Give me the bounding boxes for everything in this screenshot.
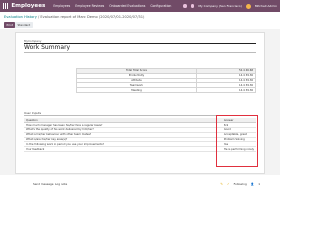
paperclip-icon[interactable]: ✎ — [220, 182, 223, 186]
activity-icon[interactable] — [190, 4, 195, 8]
star-icon[interactable]: ✓ — [227, 182, 230, 186]
summary-cell-value: 14.4 39.36 — [196, 87, 256, 93]
standard-button[interactable]: Standard — [15, 22, 33, 28]
user-menu[interactable]: Mitchell Admin — [255, 4, 277, 8]
menu-employee-reviews[interactable]: Employee Reviews — [75, 4, 104, 8]
top-navbar: Employees Employees Employee Reviews Onb… — [0, 0, 280, 12]
summary-table: Total Total Score 52.4 46.68 Productivit… — [76, 68, 256, 93]
navbar-right: My Company (San Francisco) Mitchell Admi… — [183, 0, 277, 12]
table-row: Meeting 14.4 39.36 — [76, 87, 256, 93]
log-note-button[interactable]: Log note — [55, 182, 67, 186]
menu-employees[interactable]: Employees — [53, 4, 70, 8]
followers-count[interactable]: 1 — [258, 182, 260, 186]
answer-highlight-box — [216, 115, 258, 167]
send-message-button[interactable]: Send message — [33, 182, 54, 186]
question-cell: Your feedback — [24, 146, 222, 153]
breadcrumb-current: Evaluation report of Marc Demo (2020/07/… — [40, 15, 145, 19]
print-button[interactable]: Print — [4, 22, 16, 28]
menu-onboarded-evaluations[interactable]: Onboarded Evaluations — [109, 4, 145, 8]
summary-cell-name: Meeting — [76, 87, 197, 93]
apps-menu-icon[interactable] — [3, 3, 9, 9]
menu-configuration[interactable]: Configuration — [150, 4, 171, 8]
chatter-bar: Send message Log note ✎ ✓ Following 👤 1 — [0, 177, 280, 191]
page-title: Work Summary — [24, 44, 71, 51]
breadcrumb: Evaluation History / Evaluation report o… — [4, 15, 144, 19]
following-button[interactable]: Following — [234, 182, 247, 186]
app-brand[interactable]: Employees — [11, 3, 45, 9]
chatter-right: ✎ ✓ Following 👤 1 — [220, 182, 260, 186]
avatar[interactable] — [245, 3, 251, 9]
company-switcher[interactable]: My Company (San Francisco) — [198, 4, 242, 8]
person-icon[interactable]: 👤 — [251, 182, 254, 186]
chat-icon[interactable] — [183, 4, 187, 8]
breadcrumb-evaluation-history[interactable]: Evaluation History — [4, 15, 37, 19]
